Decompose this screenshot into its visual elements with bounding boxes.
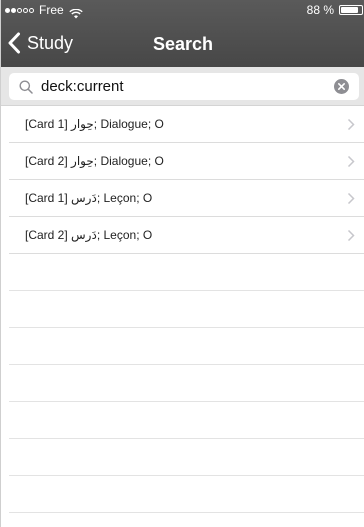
empty-row bbox=[9, 476, 364, 513]
search-field[interactable] bbox=[9, 73, 359, 100]
battery-icon bbox=[339, 5, 363, 15]
empty-row bbox=[9, 291, 364, 328]
wifi-icon bbox=[69, 5, 83, 19]
row-rest: ; Leçon; O bbox=[96, 191, 153, 205]
row-word: حِوار bbox=[71, 117, 94, 131]
row-label: [Card 1] دَرس; Leçon; O bbox=[25, 191, 152, 205]
results-list: [Card 1] حِوار; Dialogue; O [Card 2] حِو… bbox=[1, 106, 364, 513]
empty-row bbox=[9, 328, 364, 365]
page-title: Search bbox=[152, 34, 214, 54]
search-input[interactable] bbox=[41, 74, 321, 99]
status-bar: Free 88 % bbox=[1, 0, 364, 20]
status-right: 88 % bbox=[307, 0, 363, 20]
battery-percent: 88 % bbox=[306, 3, 334, 17]
row-label: [Card 1] حِوار; Dialogue; O bbox=[25, 117, 164, 131]
battery-fill bbox=[341, 7, 359, 13]
row-word: حِوار bbox=[71, 154, 94, 168]
empty-row bbox=[9, 365, 364, 402]
row-card: [Card 2] bbox=[25, 154, 68, 168]
table-row[interactable]: [Card 2] دَرس; Leçon; O bbox=[9, 217, 364, 254]
row-rest: ; Leçon; O bbox=[96, 228, 153, 242]
row-card: [Card 2] bbox=[25, 228, 68, 242]
app-screen: Free 88 % Study Search deck:current [Car… bbox=[0, 0, 364, 527]
row-card: [Card 1] bbox=[25, 191, 68, 205]
row-rest: ; Dialogue; O bbox=[93, 117, 164, 131]
signal-dot-empty-icon bbox=[23, 7, 28, 13]
row-rest: ; Dialogue; O bbox=[93, 154, 164, 168]
empty-row bbox=[9, 254, 364, 291]
empty-row bbox=[9, 402, 364, 439]
row-card: [Card 1] bbox=[25, 117, 68, 131]
search-icon bbox=[19, 80, 33, 94]
chevron-right-icon bbox=[347, 192, 355, 205]
row-label: [Card 2] حِوار; Dialogue; O bbox=[25, 154, 164, 168]
table-row[interactable]: [Card 2] حِوار; Dialogue; O bbox=[9, 143, 364, 180]
chevron-right-icon bbox=[347, 118, 355, 131]
carrier-name: Free bbox=[39, 3, 64, 17]
empty-row bbox=[9, 439, 364, 476]
row-word: دَرس bbox=[71, 228, 97, 242]
clear-search-icon[interactable] bbox=[334, 79, 349, 94]
table-row[interactable]: [Card 1] حِوار; Dialogue; O bbox=[9, 106, 364, 143]
search-bar bbox=[1, 67, 364, 106]
signal-dot-icon bbox=[5, 7, 10, 13]
signal-dot-empty-icon bbox=[29, 7, 34, 13]
row-word: دَرس bbox=[71, 191, 97, 205]
row-label: [Card 2] دَرس; Leçon; O bbox=[25, 228, 152, 242]
status-left: Free bbox=[5, 0, 83, 20]
chevron-right-icon bbox=[347, 229, 355, 242]
navigation-bar: Study Search bbox=[1, 20, 364, 67]
chevron-right-icon bbox=[347, 155, 355, 168]
signal-dot-icon bbox=[11, 7, 16, 13]
top-bar: Free 88 % Study Search bbox=[1, 0, 364, 67]
table-row[interactable]: [Card 1] دَرس; Leçon; O bbox=[9, 180, 364, 217]
signal-dot-empty-icon bbox=[17, 7, 22, 13]
